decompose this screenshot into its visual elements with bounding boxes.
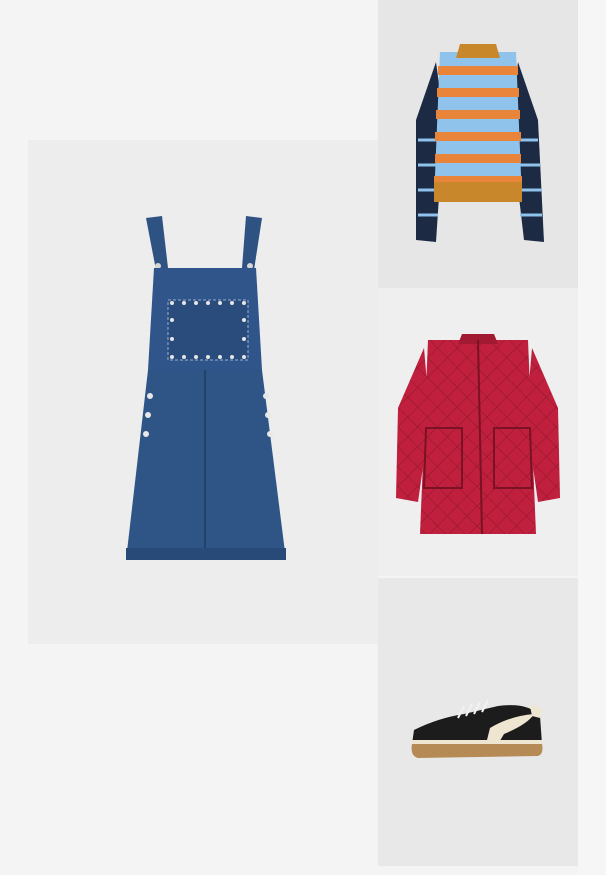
product-tile-dress[interactable] [28, 140, 378, 644]
striped-knit-sweater-image [416, 44, 544, 242]
product-tile-sneaker[interactable] [378, 578, 578, 866]
product-tile-sweater[interactable] [378, 0, 578, 288]
product-tile-jacket[interactable] [378, 288, 578, 576]
black-cream-sneaker-image [411, 699, 543, 758]
denim-pinafore-dress-image [126, 216, 286, 560]
page-gutter [578, 0, 606, 875]
quilted-red-jacket-image [396, 334, 560, 535]
